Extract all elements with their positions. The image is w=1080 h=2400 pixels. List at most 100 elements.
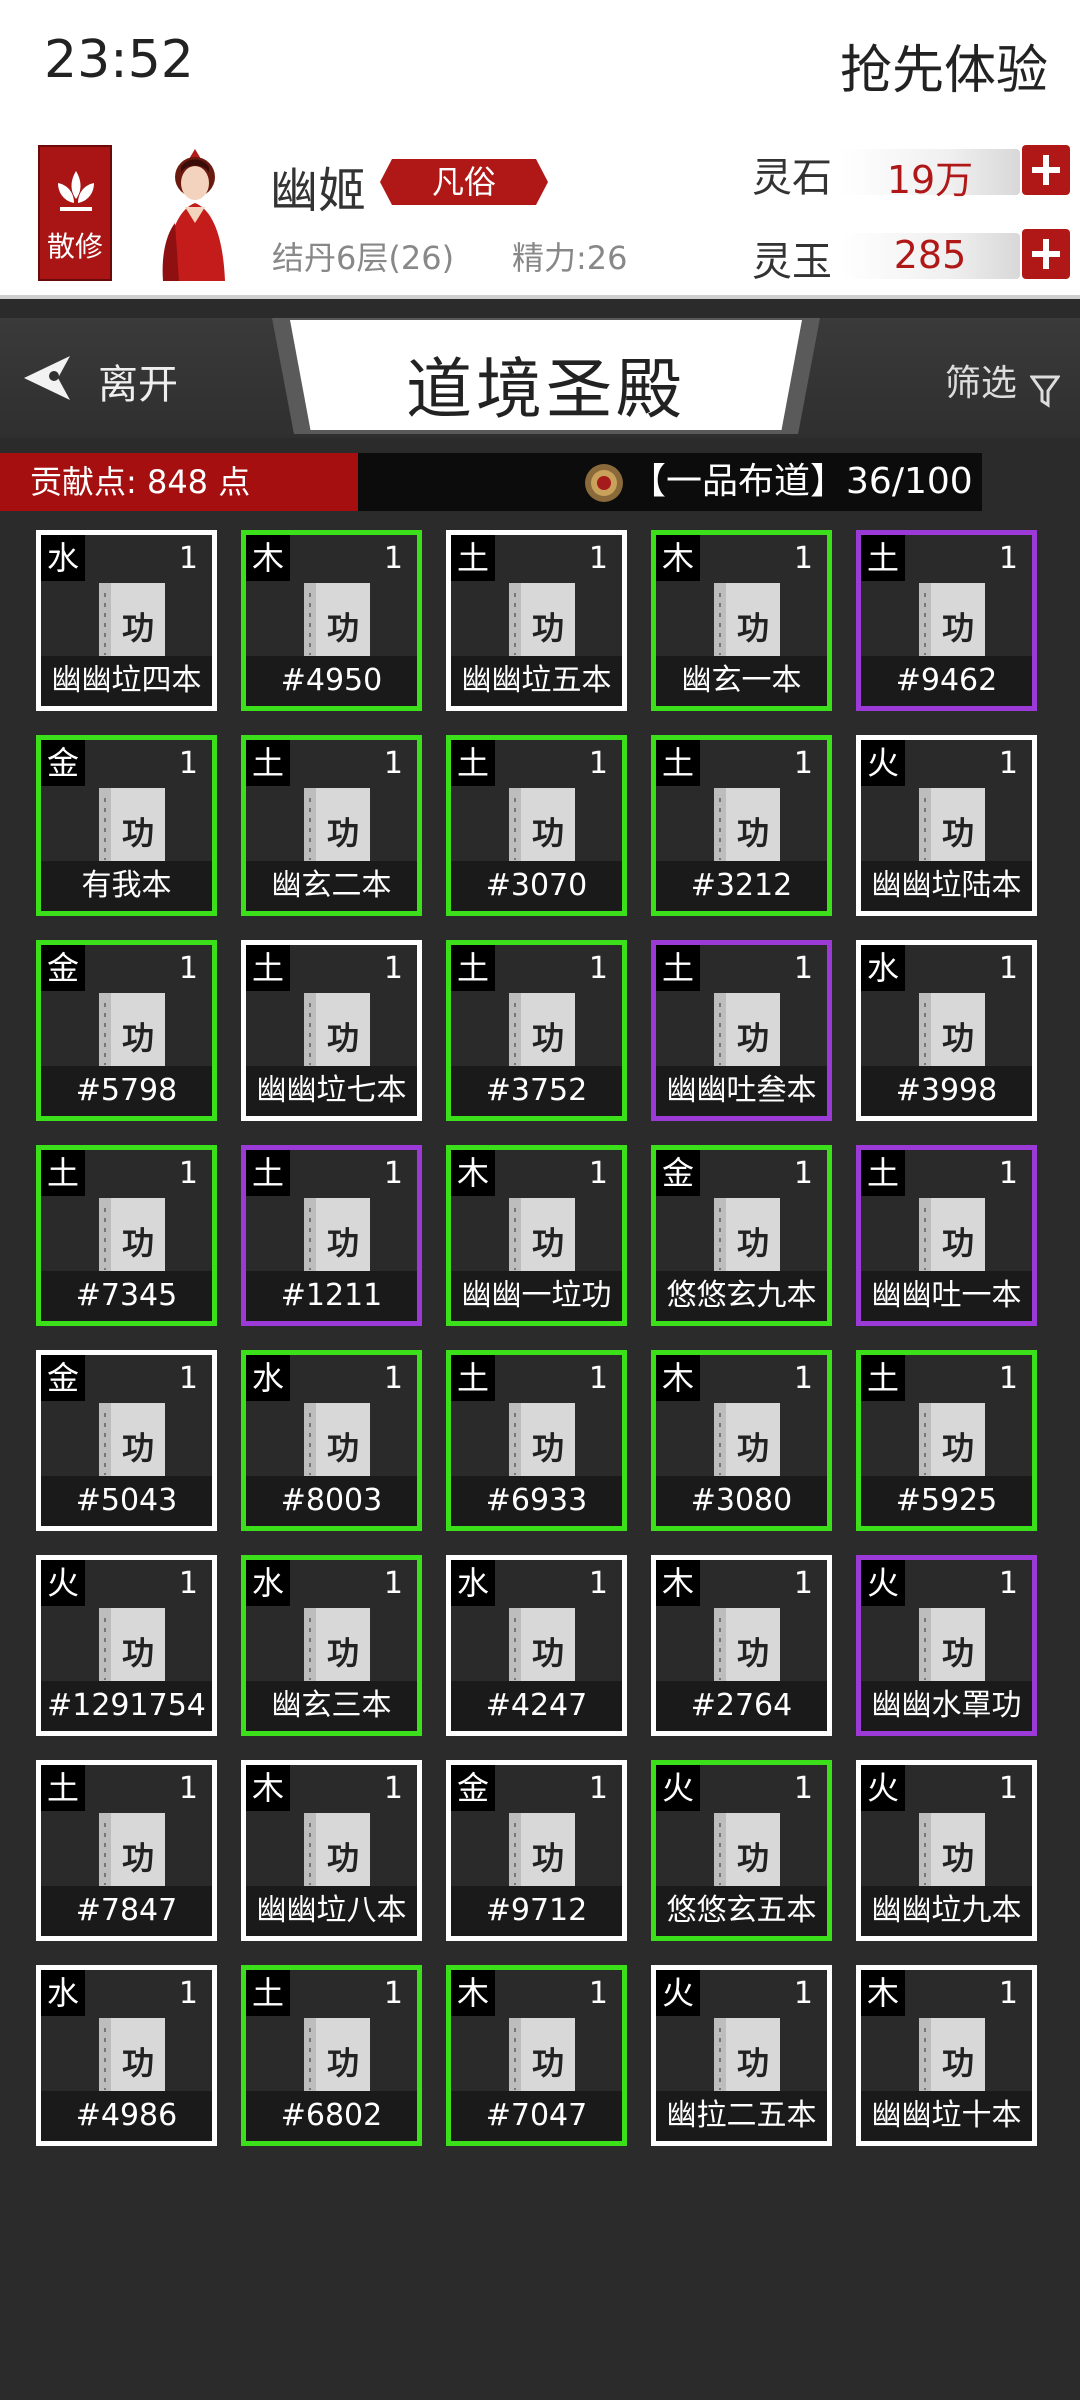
filter-button[interactable]: 筛选 [945,354,1060,409]
technique-card[interactable]: 火 1 功幽幽水罩功 [856,1555,1037,1736]
technique-card[interactable]: 木 1 功 #4950 [241,530,422,711]
svg-text:功: 功 [122,609,154,647]
element-badge: 木 [656,535,700,581]
svg-text:功: 功 [122,1634,154,1672]
technique-card[interactable]: 水 1 功 #8003 [241,1350,422,1531]
svg-text:功: 功 [122,1224,154,1262]
element-badge: 土 [656,740,700,786]
avatar[interactable] [145,143,245,281]
technique-card[interactable]: 土 1 功 #7345 [36,1145,217,1326]
technique-card[interactable]: 土 1 功幽幽垃七本 [241,940,422,1121]
technique-card[interactable]: 木 1 功幽幽垃八本 [241,1760,422,1941]
technique-card[interactable]: 土 1 功 #7847 [36,1760,217,1941]
item-count: 1 [178,1976,198,2011]
element-badge: 土 [246,740,290,786]
element-badge: 木 [246,1765,290,1811]
svg-text:功: 功 [122,1839,154,1877]
technique-card[interactable]: 水 1 功幽玄三本 [241,1555,422,1736]
title-band: 离开 道境圣殿 筛选 [0,318,1080,438]
item-count: 1 [793,951,813,986]
item-count: 1 [793,1361,813,1396]
technique-name: 幽幽垃八本 [246,1886,417,1936]
svg-text:功: 功 [122,814,154,852]
technique-card[interactable]: 土 1 功 #9462 [856,530,1037,711]
technique-card[interactable]: 土 1 功 #6802 [241,1965,422,2146]
svg-text:功: 功 [122,1429,154,1467]
technique-card[interactable]: 火 1 功幽幽垃陆本 [856,735,1037,916]
technique-card[interactable]: 木 1 功 #3080 [651,1350,832,1531]
technique-card[interactable]: 金 1 功 #9712 [446,1760,627,1941]
technique-card[interactable]: 土 1 功 #6933 [446,1350,627,1531]
element-badge: 土 [246,1150,290,1196]
item-count: 1 [588,1156,608,1191]
svg-text:功: 功 [122,1019,154,1057]
svg-text:功: 功 [122,2044,154,2082]
technique-card[interactable]: 土 1 功幽幽垃五本 [446,530,627,711]
element-badge: 火 [861,740,905,786]
technique-card[interactable]: 木 1 功 #2764 [651,1555,832,1736]
technique-card[interactable]: 土 1 功 #1211 [241,1145,422,1326]
svg-text:功: 功 [737,1224,769,1262]
early-access-label[interactable]: 抢先体验 [840,28,1048,103]
item-count: 1 [793,1771,813,1806]
element-badge: 水 [246,1560,290,1606]
technique-name: #3212 [656,861,827,911]
item-count: 1 [383,1566,403,1601]
sect-badge[interactable]: 散修 [38,145,112,281]
item-count: 1 [178,1156,198,1191]
technique-name: 幽幽垃七本 [246,1066,417,1116]
svg-text:功: 功 [532,1019,564,1057]
technique-name: #6802 [246,2091,417,2141]
technique-card[interactable]: 水 1 功 #4247 [446,1555,627,1736]
technique-card[interactable]: 火 1 功幽幽垃九本 [856,1760,1037,1941]
svg-text:功: 功 [327,609,359,647]
technique-name: #9712 [451,1886,622,1936]
technique-name: 有我本 [41,861,212,911]
technique-card[interactable]: 火 1 功幽拉二五本 [651,1965,832,2146]
technique-card[interactable]: 金 1 功 #5798 [36,940,217,1121]
technique-card[interactable]: 火 1 功悠悠玄五本 [651,1760,832,1941]
technique-card[interactable]: 火 1 功 #1291754 [36,1555,217,1736]
player-name: 幽姬 [270,163,367,219]
technique-card[interactable]: 土 1 功 #3070 [446,735,627,916]
add-spirit-jade-button[interactable] [1022,229,1070,279]
technique-name: #1291754 [41,1681,212,1731]
technique-card[interactable]: 金 1 功有我本 [36,735,217,916]
technique-card[interactable]: 土 1 功幽幽吐叁本 [651,940,832,1121]
item-count: 1 [178,951,198,986]
item-count: 1 [178,746,198,781]
technique-name: #4247 [451,1681,622,1731]
technique-card[interactable]: 木 1 功 #7047 [446,1965,627,2146]
technique-card[interactable]: 木 1 功幽玄一本 [651,530,832,711]
technique-card[interactable]: 金 1 功悠悠玄九本 [651,1145,832,1326]
add-spirit-stone-button[interactable] [1022,145,1070,195]
svg-text:功: 功 [942,814,974,852]
item-count: 1 [998,1361,1018,1396]
technique-name: #7345 [41,1271,212,1321]
svg-text:功: 功 [532,1429,564,1467]
technique-name: #3752 [451,1066,622,1116]
svg-text:功: 功 [942,1429,974,1467]
element-badge: 火 [861,1765,905,1811]
technique-name: #3080 [656,1476,827,1526]
technique-card[interactable]: 土 1 功 #5925 [856,1350,1037,1531]
element-badge: 土 [861,535,905,581]
technique-card[interactable]: 土 1 功幽幽吐一本 [856,1145,1037,1326]
technique-card[interactable]: 土 1 功幽玄二本 [241,735,422,916]
technique-card[interactable]: 水 1 功幽幽垃四本 [36,530,217,711]
technique-card[interactable]: 木 1 功幽幽一垃功 [446,1145,627,1326]
technique-card[interactable]: 水 1 功 #3998 [856,940,1037,1121]
item-count: 1 [793,1156,813,1191]
element-badge: 土 [41,1765,85,1811]
technique-card[interactable]: 土 1 功 #3212 [651,735,832,916]
technique-card[interactable]: 土 1 功 #3752 [446,940,627,1121]
technique-card[interactable]: 木 1 功幽幽垃十本 [856,1965,1037,2146]
cultivation-realm: 结丹6层(26) [272,239,455,277]
technique-name: 幽拉二五本 [656,2091,827,2141]
title-plaque: 道境圣殿 [290,320,802,430]
element-badge: 金 [451,1765,495,1811]
svg-text:功: 功 [327,1019,359,1057]
technique-card[interactable]: 金 1 功 #5043 [36,1350,217,1531]
element-badge: 土 [41,1150,85,1196]
technique-card[interactable]: 水 1 功 #4986 [36,1965,217,2146]
